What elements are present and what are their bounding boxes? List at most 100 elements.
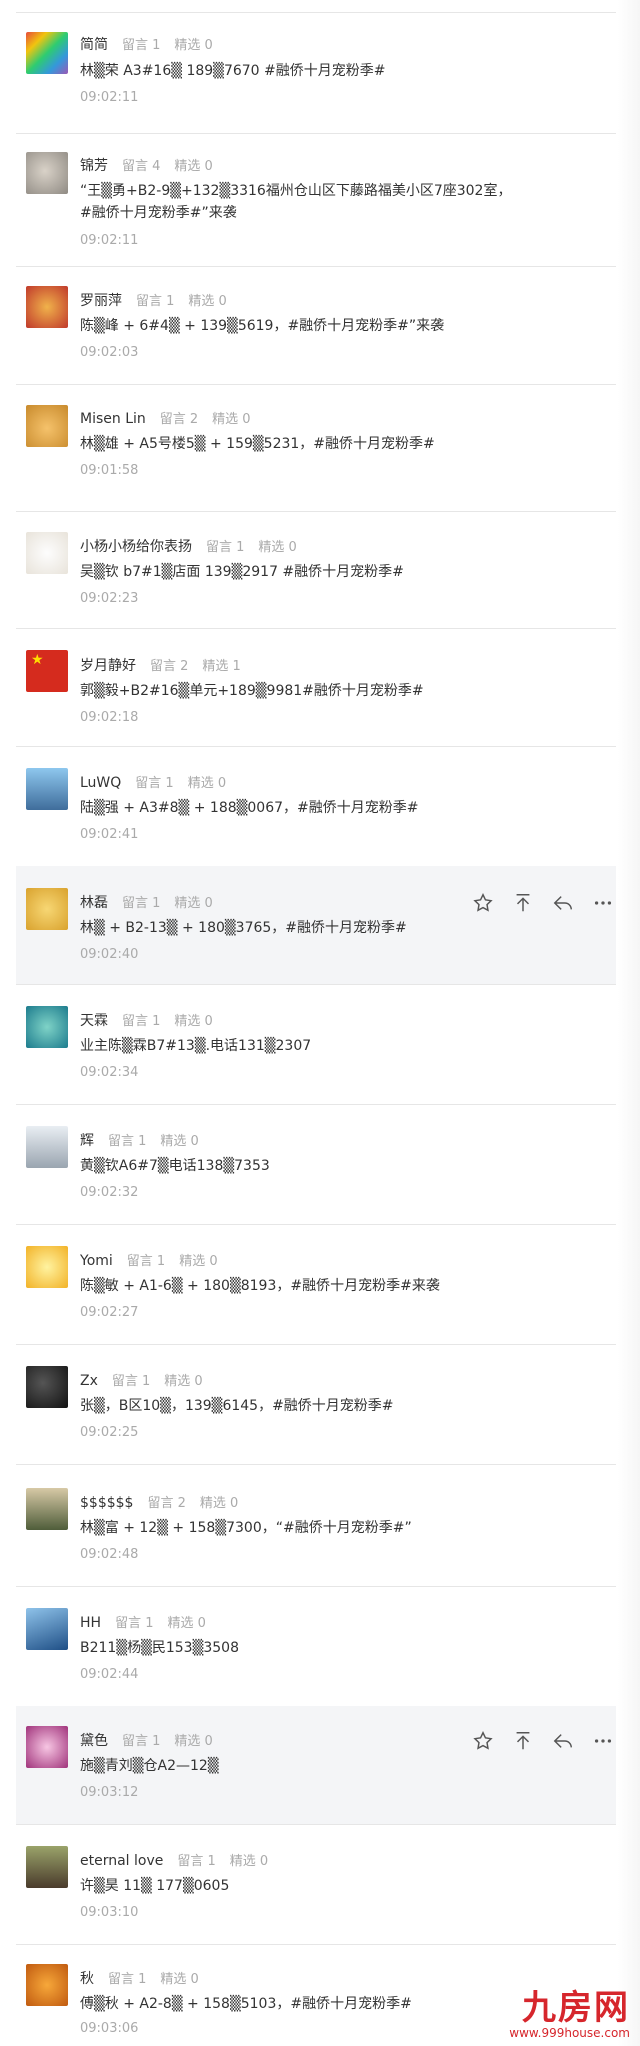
user-nickname[interactable]: 天霖 — [80, 1013, 108, 1029]
featured-count: 精选 0 — [199, 1496, 239, 1511]
comment-text: 业主陈▒霖B7#13▒.电话131▒2307 — [80, 1038, 312, 1054]
comment-meta: LuWQ 留言 1 精选 0 — [80, 772, 240, 791]
user-nickname[interactable]: 罗丽萍 — [80, 293, 122, 309]
avatar[interactable] — [26, 1126, 68, 1168]
comment-time: 09:02:48 — [80, 1547, 139, 1562]
avatar[interactable] — [26, 1608, 68, 1650]
user-nickname[interactable]: 简简 — [80, 37, 108, 53]
avatar[interactable] — [26, 32, 68, 74]
comment-time: 09:02:11 — [80, 90, 139, 105]
message-count: 留言 1 — [122, 1014, 161, 1029]
comment-time: 09:03:12 — [80, 1785, 139, 1800]
reply-icon[interactable] — [552, 1730, 574, 1752]
user-nickname[interactable]: eternal love — [80, 1853, 163, 1869]
avatar[interactable] — [26, 888, 68, 930]
featured-count: 精选 0 — [174, 159, 213, 174]
comment-meta: 辉留言 1 精选 0 — [80, 1130, 213, 1150]
divider — [16, 511, 616, 512]
message-count: 留言 1 — [122, 1734, 161, 1749]
user-nickname[interactable]: 岁月静好 — [80, 658, 136, 674]
comment-time: 09:02:41 — [80, 827, 139, 842]
comment-meta: 黛色 留言 1 精选 0 — [80, 1730, 227, 1750]
comment-time: 09:02:18 — [80, 710, 139, 725]
avatar[interactable] — [26, 1488, 68, 1530]
comment-actions — [472, 1730, 614, 1752]
avatar[interactable]: ★ — [26, 650, 68, 692]
avatar[interactable] — [26, 768, 68, 810]
comment-text: 张▒，B区10▒，139▒6145，#融侨十月宠粉季# — [80, 1398, 394, 1414]
featured-count: 精选 0 — [187, 776, 227, 791]
comment-meta: Misen Lin 留言 2 精选 0 — [80, 408, 265, 427]
avatar[interactable] — [26, 405, 68, 447]
message-count: 留言 1 — [136, 294, 175, 309]
user-nickname[interactable]: 辉 — [80, 1133, 94, 1149]
reply-icon[interactable] — [552, 892, 574, 914]
featured-count: 精选 0 — [174, 1014, 213, 1029]
divider — [16, 1824, 616, 1825]
pin-top-icon[interactable] — [512, 892, 534, 914]
scroll-gutter — [618, 0, 640, 2046]
avatar[interactable] — [26, 1366, 68, 1408]
message-count: 留言 2 — [147, 1496, 186, 1511]
message-count: 留言 1 — [122, 38, 161, 53]
user-nickname[interactable]: Yomi — [80, 1253, 113, 1269]
user-nickname[interactable]: HH — [80, 1615, 101, 1631]
divider — [16, 133, 616, 134]
divider — [16, 384, 616, 385]
message-count: 留言 1 — [115, 1616, 154, 1631]
more-icon[interactable] — [592, 1730, 614, 1752]
comment-meta: 简简 留言 1 精选 0 — [80, 34, 227, 54]
user-nickname[interactable]: 小杨小杨给你表扬 — [80, 539, 192, 555]
featured-count: 精选 0 — [160, 1134, 199, 1149]
user-nickname[interactable]: 林磊 — [80, 895, 108, 911]
featured-count: 精选 0 — [174, 38, 213, 53]
comment-meta: Yomi 留言 1 精选 0 — [80, 1250, 232, 1269]
avatar[interactable] — [26, 532, 68, 574]
message-count: 留言 1 — [177, 1854, 216, 1869]
message-count: 留言 1 — [108, 1972, 147, 1987]
user-nickname[interactable]: 锦芳 — [80, 158, 108, 174]
site-watermark: 九房网 www.999house.com — [509, 1990, 630, 2040]
divider — [16, 746, 616, 747]
comment-text: 林▒荣 A3#16▒ 189▒7670 #融侨十月宠粉季# — [80, 63, 386, 79]
avatar[interactable] — [26, 1846, 68, 1888]
user-nickname[interactable]: $$$$$$ — [80, 1495, 133, 1511]
message-count: 留言 4 — [122, 159, 161, 174]
user-nickname[interactable]: 秋 — [80, 1971, 94, 1987]
comment-time: 09:02:23 — [80, 591, 139, 606]
avatar[interactable] — [26, 152, 68, 194]
comment-time: 09:03:10 — [80, 1905, 139, 1920]
comment-text: 郭▒毅+B2#16▒单元+189▒9981#融侨十月宠粉季# — [80, 683, 424, 699]
comment-text: 陈▒敏 + A1-6▒ + 180▒8193，#融侨十月宠粉季#来袭 — [80, 1278, 440, 1294]
comment-meta: 秋留言 1 精选 0 — [80, 1968, 213, 1988]
divider — [16, 1586, 616, 1587]
avatar[interactable] — [26, 286, 68, 328]
avatar[interactable] — [26, 1726, 68, 1768]
avatar[interactable] — [26, 1246, 68, 1288]
user-nickname[interactable]: Misen Lin — [80, 411, 146, 427]
featured-count: 精选 0 — [229, 1854, 269, 1869]
message-count: 留言 1 — [122, 896, 161, 911]
comment-time: 09:02:27 — [80, 1305, 139, 1320]
avatar[interactable] — [26, 1964, 68, 2006]
more-icon[interactable] — [592, 892, 614, 914]
comment-time: 09:03:06 — [80, 2021, 139, 2036]
avatar[interactable] — [26, 1006, 68, 1048]
user-nickname[interactable]: LuWQ — [80, 775, 121, 791]
message-count: 留言 1 — [108, 1134, 147, 1149]
comment-text: 黄▒钦A6#7▒电话138▒7353 — [80, 1158, 270, 1174]
star-icon[interactable] — [472, 892, 494, 914]
comment-meta: $$$$$$ 留言 2 精选 0 — [80, 1492, 252, 1511]
user-nickname[interactable]: 黛色 — [80, 1733, 108, 1749]
pin-top-icon[interactable] — [512, 1730, 534, 1752]
user-nickname[interactable]: Zx — [80, 1373, 98, 1389]
comment-text: “王▒勇+B2-9▒+132▒3316福州仓山区下藤路福美小区7座302室，#融… — [80, 183, 512, 221]
comment-meta: Zx 留言 1 精选 0 — [80, 1370, 217, 1389]
divider — [16, 1944, 616, 1945]
star-icon[interactable] — [472, 1730, 494, 1752]
comment-meta: 罗丽萍 留言 1 精选 0 — [80, 290, 241, 310]
divider — [16, 1104, 616, 1105]
comment-time: 09:02:03 — [80, 345, 139, 360]
divider — [16, 984, 616, 985]
featured-count: 精选 0 — [258, 540, 297, 555]
